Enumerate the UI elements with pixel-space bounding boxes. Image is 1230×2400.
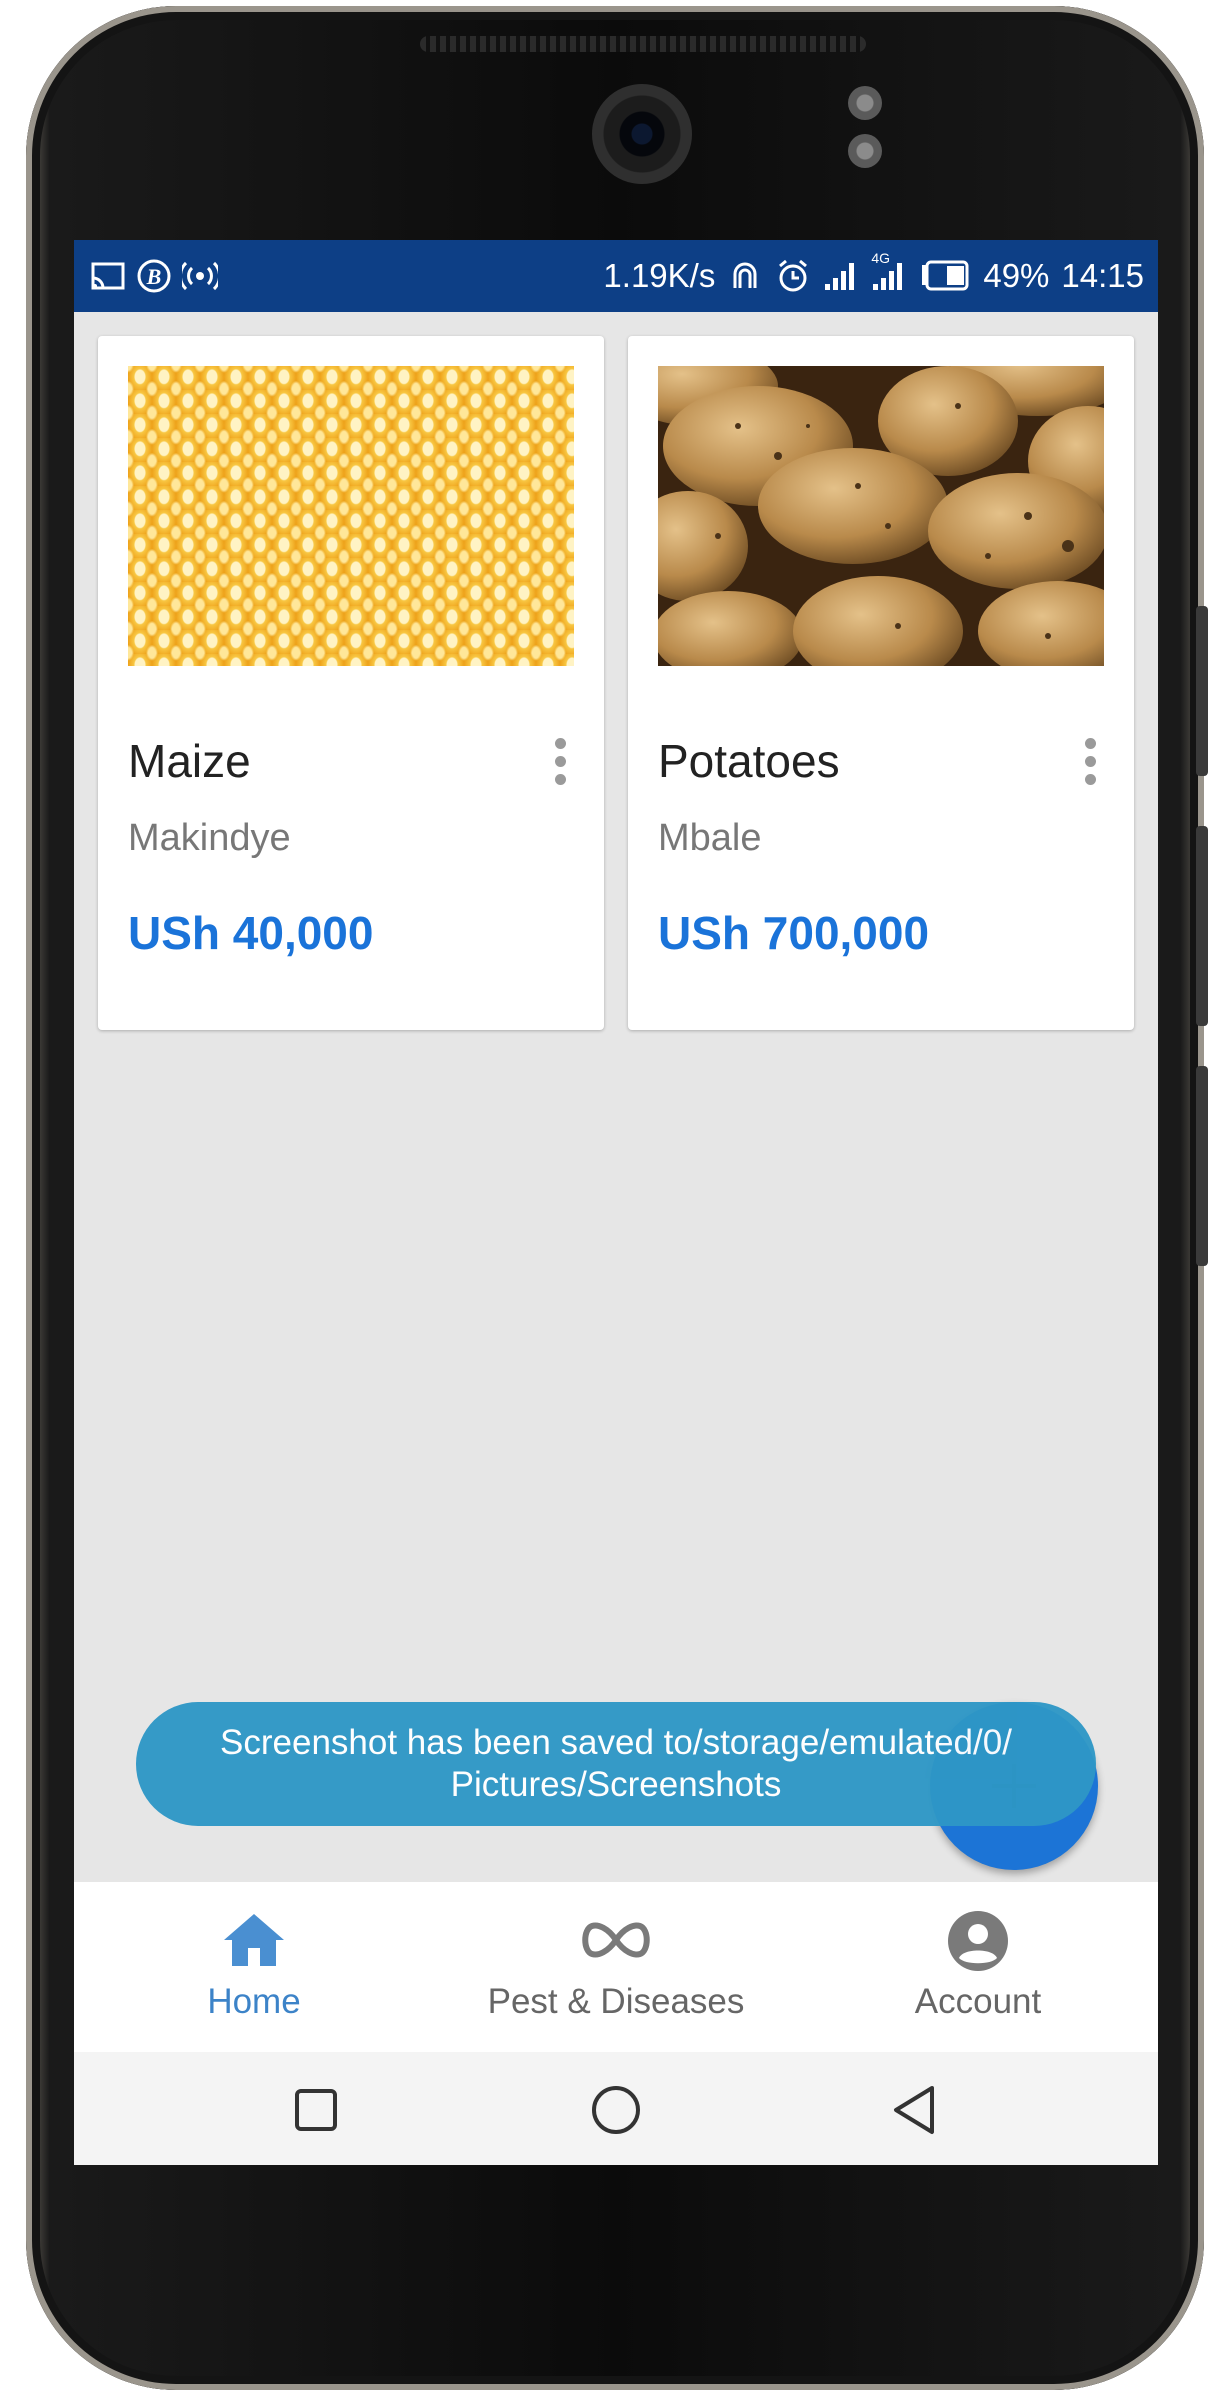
product-image-potatoes — [658, 366, 1104, 666]
clock: 14:15 — [1061, 257, 1144, 294]
product-name: Potatoes — [658, 735, 840, 787]
nav-label-account: Account — [914, 1982, 1042, 2021]
proximity-sensor — [848, 86, 882, 120]
screencast-icon — [91, 262, 125, 290]
bottom-navigation: Home Pest & Diseases Account — [74, 1882, 1158, 2052]
toast-line-1: Screenshot has been saved to/storage/emu… — [220, 1723, 1012, 1762]
svg-text:B: B — [146, 264, 162, 289]
signal-4g: 4G — [871, 250, 907, 294]
potatoes-illustration — [658, 366, 1104, 666]
screen: B 1.19K/s 4G 49% 14:15 Maize Makindye US… — [74, 240, 1158, 2165]
nav-item-home[interactable]: Home — [74, 1882, 434, 2052]
earpiece-speaker — [420, 36, 866, 52]
product-location: Makindye — [128, 817, 291, 859]
infinity-icon — [582, 1922, 650, 1958]
home-icon — [224, 1914, 284, 1966]
network-type: 4G — [871, 250, 891, 266]
battery-icon — [922, 260, 969, 291]
product-price: USh 700,000 — [658, 907, 930, 959]
product-card-maize[interactable]: Maize Makindye USh 40,000 — [98, 336, 604, 1030]
more-options-icon[interactable] — [550, 738, 570, 794]
signal-icon — [825, 263, 855, 290]
nfc-icon — [733, 262, 757, 288]
power-button — [1196, 606, 1208, 776]
nav-label-pest-diseases: Pest & Diseases — [487, 1982, 745, 2021]
system-navigation-bar — [74, 2052, 1158, 2165]
bitcoin-icon: B — [137, 259, 171, 293]
home-circle-icon[interactable] — [586, 2080, 646, 2140]
recent-apps-icon[interactable] — [286, 2080, 346, 2140]
product-price: USh 40,000 — [128, 907, 374, 959]
hotspot-icon — [182, 261, 218, 291]
screenshot-toast: Screenshot has been saved to/storage/emu… — [136, 1702, 1096, 1826]
status-bar: B 1.19K/s 4G 49% 14:15 — [74, 240, 1158, 312]
front-camera — [592, 84, 692, 184]
more-options-icon[interactable] — [1080, 738, 1100, 794]
alarm-icon — [779, 259, 808, 292]
volume-up-button — [1196, 826, 1208, 1026]
nav-item-account[interactable]: Account — [798, 1882, 1158, 2052]
product-image-maize — [128, 366, 574, 666]
battery-percent: 49% — [983, 257, 1050, 294]
light-sensor — [848, 134, 882, 168]
toast-line-2: Pictures/Screenshots — [450, 1765, 782, 1804]
volume-down-button — [1196, 1066, 1208, 1266]
nav-label-home: Home — [207, 1982, 301, 2021]
status-left-icons: B — [90, 258, 218, 294]
nav-item-pest-diseases[interactable]: Pest & Diseases — [436, 1882, 796, 2052]
product-name: Maize — [128, 735, 251, 787]
account-icon — [948, 1911, 1008, 1971]
network-speed: 1.19K/s — [603, 257, 716, 294]
back-icon[interactable] — [886, 2080, 946, 2140]
status-right: 1.19K/s 4G 49% 14:15 — [603, 240, 1144, 312]
product-card-potatoes[interactable]: Potatoes Mbale USh 700,000 — [628, 336, 1134, 1030]
product-location: Mbale — [658, 817, 762, 859]
